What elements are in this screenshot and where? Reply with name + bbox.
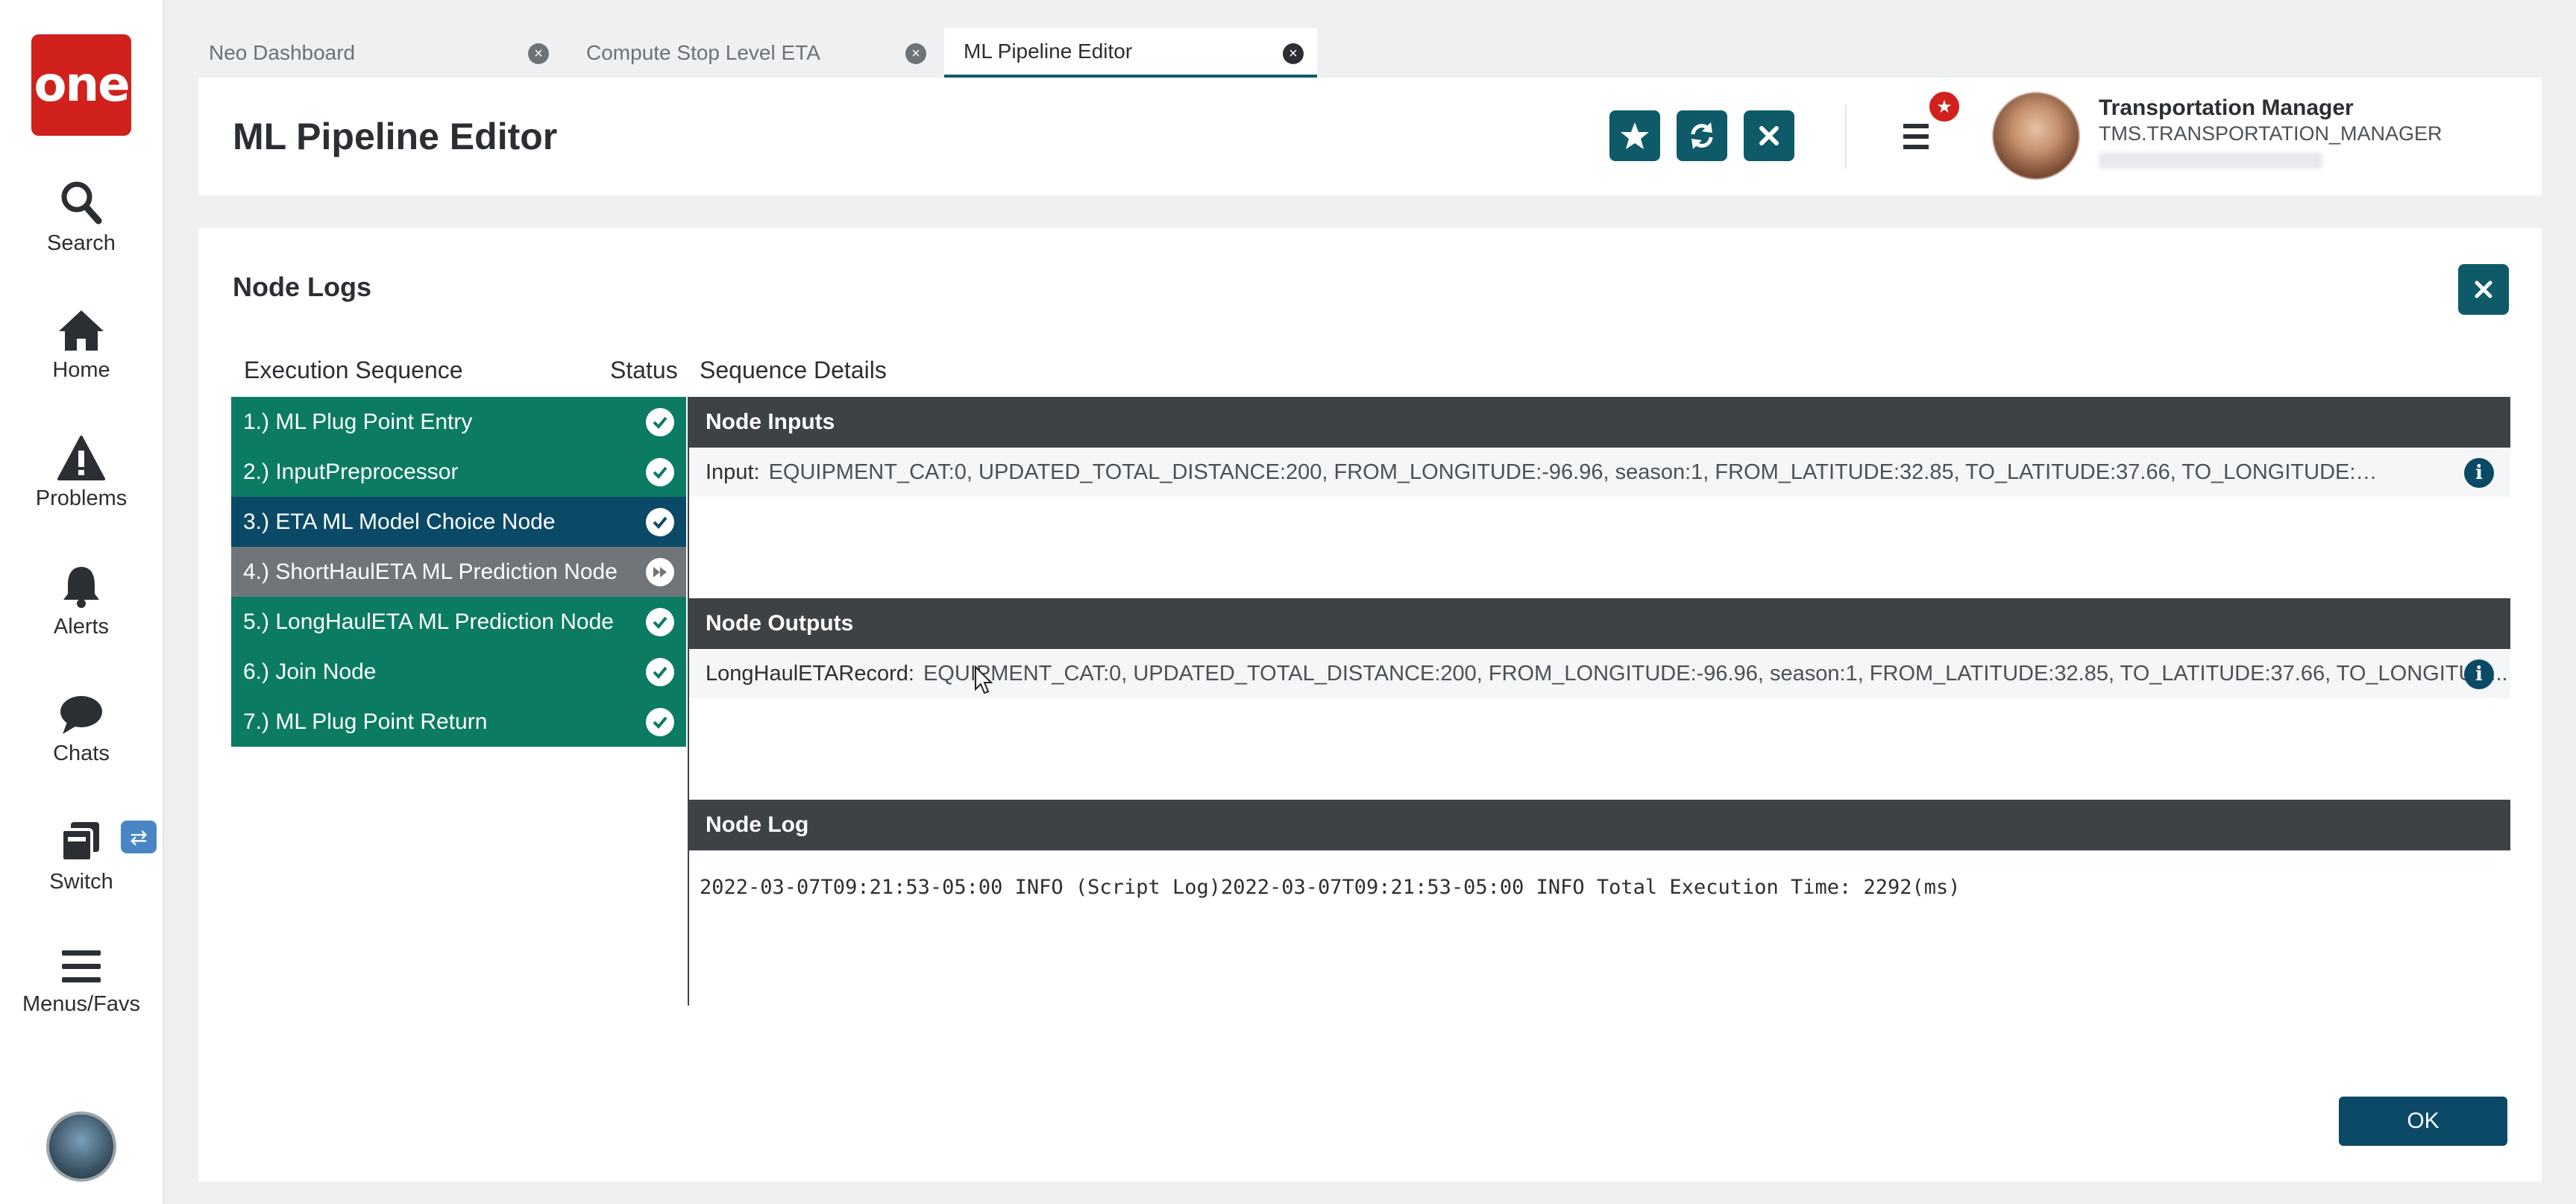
execution-sequence-list: 1.) ML Plug Point Entry 2.) InputPreproc… <box>231 397 686 747</box>
user-role: TMS.TRANSPORTATION_MANAGER <box>2099 122 2443 145</box>
tab-label: Neo Dashboard <box>209 41 356 64</box>
sequence-item[interactable]: 2.) InputPreprocessor <box>231 447 686 497</box>
sequence-item-label: 6.) Join Node <box>243 659 377 684</box>
node-input-key: Input: <box>706 460 760 484</box>
column-header-execution-sequence: Execution Sequence <box>244 357 463 383</box>
sequence-item-label: 4.) ShortHaulETA ML Prediction Node <box>243 559 618 584</box>
nav-menus-favs-label: Menus/Favs <box>22 992 140 1016</box>
node-input-row: Input: EQUIPMENT_CAT:0, UPDATED_TOTAL_DI… <box>689 448 2510 497</box>
sequence-item-label: 2.) InputPreprocessor <box>243 459 459 484</box>
sequence-details-panel: Node Inputs Input: EQUIPMENT_CAT:0, UPDA… <box>688 397 2510 1006</box>
ok-button[interactable]: OK <box>2339 1097 2507 1146</box>
nav-chats-label: Chats <box>53 741 110 765</box>
nav-search-label: Search <box>47 231 116 255</box>
fast-forward-icon <box>646 558 674 586</box>
tab-ml-pipeline-editor[interactable]: ML Pipeline Editor × <box>944 28 1317 78</box>
mouse-cursor-icon <box>975 665 993 695</box>
sequence-item-label: 5.) LongHaulETA ML Prediction Node <box>243 609 614 634</box>
sequence-item-skipped[interactable]: 4.) ShortHaulETA ML Prediction Node <box>231 547 686 597</box>
sequence-item[interactable]: 5.) LongHaulETA ML Prediction Node <box>231 597 686 647</box>
warning-icon <box>57 436 105 480</box>
dialog-close-button[interactable] <box>2458 264 2509 315</box>
close-icon <box>2475 280 2492 298</box>
tab-label: Compute Stop Level ETA <box>586 41 820 64</box>
node-output-row: LongHaulETARecord: EQUIPMENT_CAT:0, UPDA… <box>689 649 2510 698</box>
column-header-sequence-details: Sequence Details <box>700 357 887 383</box>
nav-search[interactable]: Search <box>0 179 163 256</box>
info-icon[interactable]: i <box>2464 659 2494 689</box>
node-outputs-header: Node Outputs <box>689 598 2510 649</box>
check-icon <box>646 708 674 736</box>
sequence-item[interactable]: 7.) ML Plug Point Return <box>231 697 686 747</box>
dialog-title: Node Logs <box>233 272 371 302</box>
sequence-item[interactable]: 6.) Join Node <box>231 647 686 697</box>
left-nav: one Search Home Problems Alerts Chats Sw… <box>0 0 164 1204</box>
node-log-text: 2022-03-07T09:21:53-05:00 INFO (Script L… <box>700 876 1961 899</box>
assistant-avatar[interactable] <box>46 1111 116 1182</box>
switch-badge-icon[interactable]: ⇄ <box>121 821 157 853</box>
chat-icon <box>60 696 102 734</box>
info-icon[interactable]: i <box>2464 458 2494 488</box>
bell-icon <box>63 567 99 608</box>
close-tab-icon[interactable]: × <box>1283 43 1304 64</box>
node-inputs-header: Node Inputs <box>689 397 2510 448</box>
close-page-button[interactable] <box>1744 110 1794 161</box>
close-tab-icon[interactable]: × <box>528 43 549 64</box>
nav-home[interactable]: Home <box>0 309 163 383</box>
nav-switch-label: Switch <box>49 870 113 894</box>
favorites-badge-icon[interactable]: ★ <box>1927 90 1961 124</box>
node-logs-dialog: Node Logs Execution Sequence Status Sequ… <box>198 228 2542 1182</box>
nav-alerts[interactable]: Alerts <box>0 564 163 639</box>
nav-home-label: Home <box>52 358 110 382</box>
user-avatar[interactable] <box>1993 93 2079 179</box>
switch-icon <box>60 822 99 862</box>
close-tab-icon[interactable]: × <box>905 43 926 64</box>
check-icon <box>646 508 674 536</box>
hamburger-icon <box>62 950 101 982</box>
refresh-button[interactable] <box>1677 110 1727 161</box>
user-name: Transportation Manager <box>2099 95 2354 120</box>
sequence-item-label: 3.) ETA ML Model Choice Node <box>243 509 556 534</box>
node-input-value: EQUIPMENT_CAT:0, UPDATED_TOTAL_DISTANCE:… <box>768 460 2380 484</box>
close-icon <box>1759 126 1779 145</box>
sequence-item-label: 7.) ML Plug Point Return <box>243 709 488 734</box>
nav-chats[interactable]: Chats <box>0 694 163 766</box>
search-icon <box>61 181 102 225</box>
star-icon <box>1621 122 1649 149</box>
check-icon <box>646 458 674 486</box>
refresh-icon <box>1691 122 1713 149</box>
user-email-redacted <box>2099 152 2322 169</box>
nav-problems-label: Problems <box>35 486 128 510</box>
nav-menus-favs[interactable]: Menus/Favs <box>0 947 163 1017</box>
tab-label: ML Pipeline Editor <box>964 40 1133 63</box>
sequence-item-selected[interactable]: 3.) ETA ML Model Choice Node <box>231 497 686 547</box>
header-divider <box>1845 104 1847 169</box>
node-output-key: LongHaulETARecord: <box>706 661 914 686</box>
favorite-button[interactable] <box>1609 110 1660 161</box>
one-logo[interactable]: one <box>31 34 131 136</box>
check-icon <box>646 608 674 636</box>
column-header-status: Status <box>610 357 678 383</box>
page-title: ML Pipeline Editor <box>233 116 558 157</box>
check-icon <box>646 658 674 686</box>
node-output-value: EQUIPMENT_CAT:0, UPDATED_TOTAL_DISTANCE:… <box>923 661 2508 686</box>
sequence-item[interactable]: 1.) ML Plug Point Entry <box>231 397 686 447</box>
tab-compute-stop-level-eta[interactable]: Compute Stop Level ETA × <box>567 28 940 78</box>
check-icon <box>646 408 674 436</box>
sequence-item-label: 1.) ML Plug Point Entry <box>243 409 473 434</box>
page-header: ML Pipeline Editor ★ Transportation Mana… <box>198 78 2542 195</box>
tab-neo-dashboard[interactable]: Neo Dashboard × <box>189 28 562 78</box>
nav-alerts-label: Alerts <box>53 615 110 639</box>
node-log-header: Node Log <box>689 800 2510 850</box>
menu-icon[interactable] <box>1899 119 1936 154</box>
nav-problems[interactable]: Problems <box>0 436 163 511</box>
home-icon <box>59 310 104 351</box>
